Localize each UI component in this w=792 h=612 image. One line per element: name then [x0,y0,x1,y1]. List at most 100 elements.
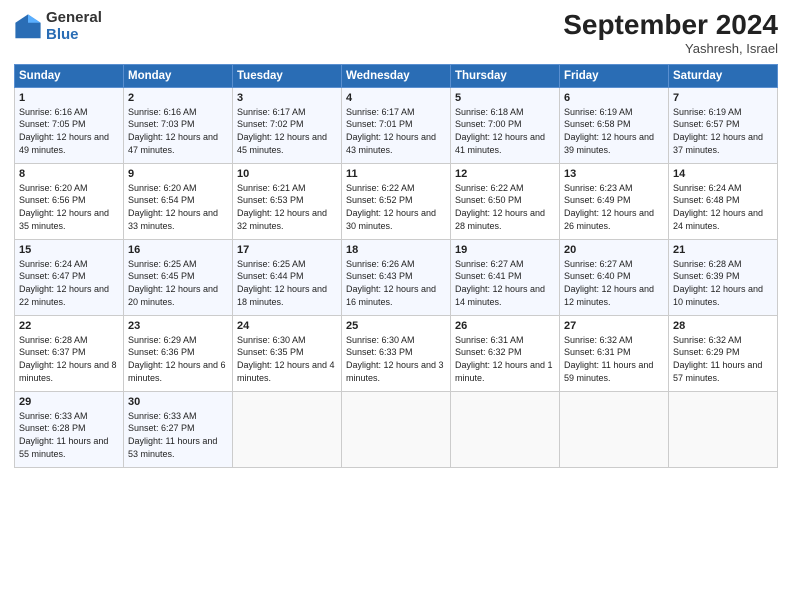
logo-blue: Blue [46,27,102,44]
header-day: Sunday [15,64,124,87]
calendar-cell: 26 Sunrise: 6:31 AMSunset: 6:32 PMDaylig… [451,315,560,391]
cell-info: Sunrise: 6:28 AMSunset: 6:39 PMDaylight:… [673,259,763,307]
cell-info: Sunrise: 6:25 AMSunset: 6:44 PMDaylight:… [237,259,327,307]
calendar-cell [342,391,451,467]
cell-info: Sunrise: 6:20 AMSunset: 6:56 PMDaylight:… [19,183,109,231]
calendar-week-row: 15 Sunrise: 6:24 AMSunset: 6:47 PMDaylig… [15,239,778,315]
cell-info: Sunrise: 6:32 AMSunset: 6:29 PMDaylight:… [673,335,762,383]
calendar-cell: 7 Sunrise: 6:19 AMSunset: 6:57 PMDayligh… [669,87,778,163]
cell-info: Sunrise: 6:22 AMSunset: 6:52 PMDaylight:… [346,183,436,231]
day-number: 10 [237,168,337,180]
calendar-cell: 22 Sunrise: 6:28 AMSunset: 6:37 PMDaylig… [15,315,124,391]
day-number: 15 [19,244,119,256]
cell-info: Sunrise: 6:33 AMSunset: 6:27 PMDaylight:… [128,411,217,459]
calendar-cell: 20 Sunrise: 6:27 AMSunset: 6:40 PMDaylig… [560,239,669,315]
calendar-cell: 16 Sunrise: 6:25 AMSunset: 6:45 PMDaylig… [124,239,233,315]
header-day: Wednesday [342,64,451,87]
cell-info: Sunrise: 6:24 AMSunset: 6:48 PMDaylight:… [673,183,763,231]
calendar-cell: 2 Sunrise: 6:16 AMSunset: 7:03 PMDayligh… [124,87,233,163]
cell-info: Sunrise: 6:25 AMSunset: 6:45 PMDaylight:… [128,259,218,307]
day-number: 23 [128,320,228,332]
calendar-cell: 24 Sunrise: 6:30 AMSunset: 6:35 PMDaylig… [233,315,342,391]
calendar-cell: 5 Sunrise: 6:18 AMSunset: 7:00 PMDayligh… [451,87,560,163]
calendar-cell: 30 Sunrise: 6:33 AMSunset: 6:27 PMDaylig… [124,391,233,467]
header-day: Friday [560,64,669,87]
calendar-week-row: 22 Sunrise: 6:28 AMSunset: 6:37 PMDaylig… [15,315,778,391]
day-number: 6 [564,92,664,104]
calendar-cell: 4 Sunrise: 6:17 AMSunset: 7:01 PMDayligh… [342,87,451,163]
cell-info: Sunrise: 6:22 AMSunset: 6:50 PMDaylight:… [455,183,545,231]
day-number: 16 [128,244,228,256]
calendar-cell: 28 Sunrise: 6:32 AMSunset: 6:29 PMDaylig… [669,315,778,391]
header: General Blue September 2024 Yashresh, Is… [14,10,778,56]
calendar-cell [233,391,342,467]
cell-info: Sunrise: 6:27 AMSunset: 6:40 PMDaylight:… [564,259,654,307]
calendar-cell: 8 Sunrise: 6:20 AMSunset: 6:56 PMDayligh… [15,163,124,239]
day-number: 28 [673,320,773,332]
calendar-cell: 14 Sunrise: 6:24 AMSunset: 6:48 PMDaylig… [669,163,778,239]
day-number: 2 [128,92,228,104]
cell-info: Sunrise: 6:26 AMSunset: 6:43 PMDaylight:… [346,259,436,307]
cell-info: Sunrise: 6:19 AMSunset: 6:57 PMDaylight:… [673,107,763,155]
day-number: 8 [19,168,119,180]
calendar-cell: 13 Sunrise: 6:23 AMSunset: 6:49 PMDaylig… [560,163,669,239]
day-number: 18 [346,244,446,256]
day-number: 1 [19,92,119,104]
calendar-week-row: 1 Sunrise: 6:16 AMSunset: 7:05 PMDayligh… [15,87,778,163]
day-number: 22 [19,320,119,332]
calendar-cell: 27 Sunrise: 6:32 AMSunset: 6:31 PMDaylig… [560,315,669,391]
cell-info: Sunrise: 6:18 AMSunset: 7:00 PMDaylight:… [455,107,545,155]
day-number: 9 [128,168,228,180]
cell-info: Sunrise: 6:19 AMSunset: 6:58 PMDaylight:… [564,107,654,155]
day-number: 11 [346,168,446,180]
cell-info: Sunrise: 6:17 AMSunset: 7:02 PMDaylight:… [237,107,327,155]
cell-info: Sunrise: 6:28 AMSunset: 6:37 PMDaylight:… [19,335,117,383]
day-number: 7 [673,92,773,104]
header-day: Saturday [669,64,778,87]
day-number: 14 [673,168,773,180]
day-number: 27 [564,320,664,332]
calendar-cell: 11 Sunrise: 6:22 AMSunset: 6:52 PMDaylig… [342,163,451,239]
page: General Blue September 2024 Yashresh, Is… [0,0,792,612]
calendar-cell [560,391,669,467]
calendar-cell: 18 Sunrise: 6:26 AMSunset: 6:43 PMDaylig… [342,239,451,315]
logo-text: General Blue [46,10,102,43]
title-block: September 2024 Yashresh, Israel [563,10,778,56]
cell-info: Sunrise: 6:32 AMSunset: 6:31 PMDaylight:… [564,335,653,383]
calendar-cell: 12 Sunrise: 6:22 AMSunset: 6:50 PMDaylig… [451,163,560,239]
calendar-cell: 29 Sunrise: 6:33 AMSunset: 6:28 PMDaylig… [15,391,124,467]
cell-info: Sunrise: 6:23 AMSunset: 6:49 PMDaylight:… [564,183,654,231]
cell-info: Sunrise: 6:30 AMSunset: 6:35 PMDaylight:… [237,335,335,383]
calendar-cell: 15 Sunrise: 6:24 AMSunset: 6:47 PMDaylig… [15,239,124,315]
calendar-cell: 17 Sunrise: 6:25 AMSunset: 6:44 PMDaylig… [233,239,342,315]
calendar-cell: 25 Sunrise: 6:30 AMSunset: 6:33 PMDaylig… [342,315,451,391]
day-number: 25 [346,320,446,332]
header-day: Thursday [451,64,560,87]
cell-info: Sunrise: 6:16 AMSunset: 7:05 PMDaylight:… [19,107,109,155]
cell-info: Sunrise: 6:20 AMSunset: 6:54 PMDaylight:… [128,183,218,231]
cell-info: Sunrise: 6:30 AMSunset: 6:33 PMDaylight:… [346,335,444,383]
cell-info: Sunrise: 6:31 AMSunset: 6:32 PMDaylight:… [455,335,553,383]
month-title: September 2024 [563,10,778,41]
header-row: SundayMondayTuesdayWednesdayThursdayFrid… [15,64,778,87]
day-number: 21 [673,244,773,256]
calendar-cell [451,391,560,467]
day-number: 19 [455,244,555,256]
cell-info: Sunrise: 6:17 AMSunset: 7:01 PMDaylight:… [346,107,436,155]
calendar-cell: 23 Sunrise: 6:29 AMSunset: 6:36 PMDaylig… [124,315,233,391]
day-number: 17 [237,244,337,256]
calendar-cell: 21 Sunrise: 6:28 AMSunset: 6:39 PMDaylig… [669,239,778,315]
day-number: 5 [455,92,555,104]
calendar-table: SundayMondayTuesdayWednesdayThursdayFrid… [14,64,778,468]
day-number: 12 [455,168,555,180]
calendar-week-row: 29 Sunrise: 6:33 AMSunset: 6:28 PMDaylig… [15,391,778,467]
day-number: 29 [19,396,119,408]
logo-icon [14,13,42,41]
location-subtitle: Yashresh, Israel [563,41,778,56]
header-day: Monday [124,64,233,87]
logo-general: General [46,10,102,27]
day-number: 20 [564,244,664,256]
calendar-cell: 19 Sunrise: 6:27 AMSunset: 6:41 PMDaylig… [451,239,560,315]
calendar-cell: 10 Sunrise: 6:21 AMSunset: 6:53 PMDaylig… [233,163,342,239]
day-number: 4 [346,92,446,104]
